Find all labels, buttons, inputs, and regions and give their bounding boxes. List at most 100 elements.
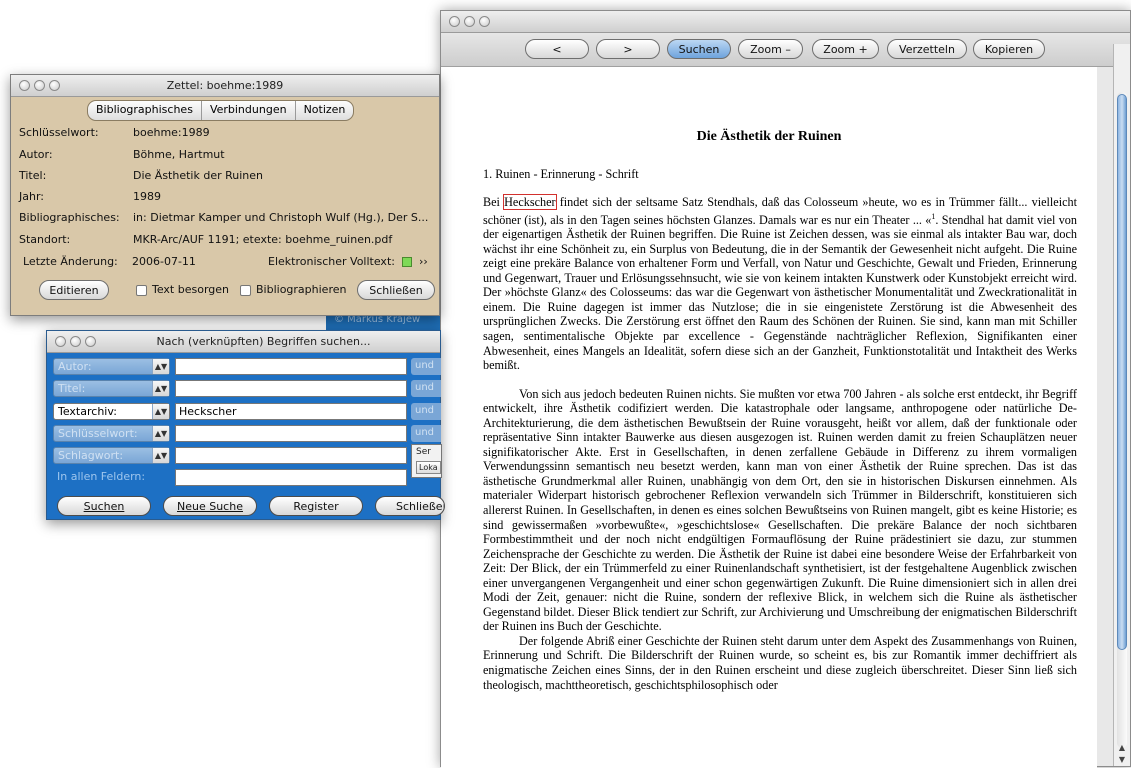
stepper-icon: ▲▼ — [152, 426, 169, 441]
document-body: Bei Heckscher findet sich der seltsame S… — [483, 194, 1077, 692]
stepper-icon: ▲▼ — [152, 448, 169, 463]
field-value: in: Dietmar Kamper und Christoph Wulf (H… — [133, 211, 429, 224]
field-select-schlagwort[interactable]: Schlagwort: ▲▼ — [53, 447, 170, 464]
field-value: Böhme, Hartmut — [133, 148, 225, 161]
changed-value: 2006-07-11 — [132, 255, 196, 268]
field-select-textarchiv[interactable]: Textarchiv: ▲▼ — [53, 403, 170, 420]
register-button[interactable]: Register — [269, 496, 363, 516]
search-input-titel[interactable] — [175, 380, 407, 397]
field-label: Bibliographisches: — [19, 211, 120, 224]
vertical-scrollbar[interactable]: ▲ ▼ — [1113, 44, 1130, 766]
field-label: Standort: — [19, 233, 71, 246]
scroll-down-icon[interactable]: ▼ — [1114, 754, 1130, 766]
scroll-up-icon[interactable]: ▲ — [1114, 742, 1130, 754]
search-options-label: Ser — [416, 447, 431, 457]
document-toolbar: < > Suchen Zoom – Zoom + Verzetteln Kopi… — [441, 33, 1130, 67]
stepper-icon: ▲▼ — [152, 359, 169, 374]
search-input-autor[interactable] — [175, 358, 407, 375]
zoom-window-icon[interactable] — [479, 16, 490, 27]
field-select-schluesselwort[interactable]: Schlüsselwort: ▲▼ — [53, 425, 170, 442]
text-besorgen-checkbox[interactable] — [136, 285, 147, 296]
document-title: Die Ästhetik der Ruinen — [696, 129, 842, 144]
changed-label: Letzte Änderung: — [23, 255, 118, 268]
select-value: Autor: — [58, 360, 92, 373]
close-window-icon[interactable] — [55, 336, 66, 347]
zoom-out-button[interactable]: Zoom – — [738, 39, 803, 59]
stepper-icon: ▲▼ — [152, 404, 169, 419]
stepper-icon: ▲▼ — [152, 381, 169, 396]
button-label: Schließen — [396, 500, 445, 513]
close-button[interactable]: Schließen — [357, 280, 435, 300]
copy-button[interactable]: Kopieren — [973, 39, 1045, 59]
document-window: < > Suchen Zoom – Zoom + Verzetteln Kopi… — [440, 10, 1131, 768]
bibliographieren-label: Bibliographieren — [256, 283, 347, 296]
all-fields-label: In allen Feldern: — [57, 470, 146, 483]
field-label: Titel: — [19, 169, 47, 182]
field-label: Schlüsselwort: — [19, 126, 99, 139]
paragraph-text: . Stendhal hat damit viel von der eigena… — [483, 212, 1077, 373]
field-label: Jahr: — [19, 190, 44, 203]
search-button[interactable]: Suchen — [667, 39, 731, 59]
edit-button[interactable]: Editieren — [39, 280, 109, 300]
field-select-titel[interactable]: Titel: ▲▼ — [53, 380, 170, 397]
paragraph: Bei Heckscher findet sich der seltsame S… — [483, 194, 1077, 373]
minimize-window-icon[interactable] — [464, 16, 475, 27]
tab-notizen[interactable]: Notizen — [296, 101, 354, 120]
back-button[interactable]: < — [525, 39, 589, 59]
card-titlebar: Zettel: boehme:1989 — [11, 75, 439, 97]
search-input-schluesselwort[interactable] — [175, 425, 407, 442]
card-body: Bibliographisches Verbindungen Notizen S… — [11, 97, 439, 316]
bibliographieren-checkbox[interactable] — [240, 285, 251, 296]
select-value: Schlagwort: — [58, 449, 124, 462]
select-value: Titel: — [58, 382, 86, 395]
search-options-panel: Ser Loka — [411, 444, 442, 478]
field-value: boehme:1989 — [133, 126, 210, 139]
field-select-autor[interactable]: Autor: ▲▼ — [53, 358, 170, 375]
local-button[interactable]: Loka — [416, 461, 441, 474]
select-value: Textarchiv: — [58, 405, 117, 418]
fulltext-open-icon[interactable]: ›› — [419, 255, 428, 268]
button-label: Neue Suche — [177, 500, 243, 513]
operator-select[interactable]: und — [411, 403, 441, 420]
search-input-textarchiv[interactable]: Heckscher — [175, 403, 407, 420]
search-input-schlagwort[interactable] — [175, 447, 407, 464]
text-besorgen-label: Text besorgen — [152, 283, 230, 296]
window-title: Zettel: boehme:1989 — [166, 79, 284, 92]
field-value: 1989 — [133, 190, 161, 203]
forward-button[interactable]: > — [596, 39, 660, 59]
paragraph-text: Bei — [483, 195, 505, 209]
button-label: Suchen — [83, 500, 125, 513]
card-window: Zettel: boehme:1989 Bibliographisches Ve… — [10, 74, 440, 316]
operator-select[interactable]: und — [411, 380, 441, 397]
minimize-window-icon[interactable] — [70, 336, 81, 347]
operator-select[interactable]: und — [411, 425, 441, 442]
close-button[interactable]: Schließen — [375, 496, 445, 516]
search-titlebar: Nach (verknüpften) Begriffen suchen... — [47, 331, 440, 353]
tab-verbindungen[interactable]: Verbindungen — [202, 101, 296, 120]
field-label: Autor: — [19, 148, 53, 161]
search-window: Nach (verknüpften) Begriffen suchen... A… — [46, 330, 445, 520]
field-value: Die Ästhetik der Ruinen — [133, 169, 263, 182]
section-heading: 1. Ruinen - Erinnerung - Schrift — [483, 167, 639, 181]
tab-bibliographisches[interactable]: Bibliographisches — [88, 101, 202, 120]
window-title: Nach (verknüpften) Begriffen suchen... — [156, 335, 371, 348]
card-button[interactable]: Verzetteln — [887, 39, 967, 59]
operator-select[interactable]: und — [411, 358, 441, 375]
zoom-in-button[interactable]: Zoom + — [812, 39, 879, 59]
search-input-all-fields[interactable] — [175, 469, 407, 486]
scroll-thumb[interactable] — [1117, 94, 1127, 650]
tab-bar: Bibliographisches Verbindungen Notizen — [87, 100, 355, 121]
search-button[interactable]: Suchen — [57, 496, 151, 516]
button-label: Register — [293, 500, 339, 513]
paragraph: Von sich aus jedoch bedeuten Ruinen nich… — [483, 386, 1077, 634]
fulltext-label: Elektronischer Volltext: — [268, 255, 395, 268]
select-value: Schlüsselwort: — [58, 427, 138, 440]
close-window-icon[interactable] — [449, 16, 460, 27]
search-hit[interactable]: Heckscher — [503, 194, 557, 210]
document-page: Die Ästhetik der Ruinen 1. Ruinen - Erin… — [441, 67, 1097, 768]
document-titlebar — [441, 11, 1130, 33]
fulltext-indicator-icon — [402, 257, 412, 267]
field-value: MKR-Arc/AUF 1191; etexte: boehme_ruinen.… — [133, 233, 393, 246]
new-search-button[interactable]: Neue Suche — [163, 496, 257, 516]
paragraph: Der folgende Abriß einer Geschichte der … — [483, 633, 1077, 692]
